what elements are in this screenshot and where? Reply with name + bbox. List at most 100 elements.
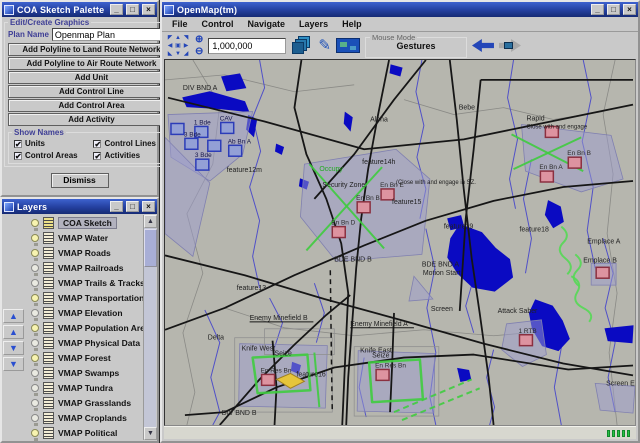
- scrollbar-thumb[interactable]: [144, 229, 157, 267]
- show-names-checkbox[interactable]: ✔Units: [14, 139, 89, 148]
- layer-palette-icon[interactable]: [43, 307, 54, 319]
- layer-visibility-bulb-icon[interactable]: [31, 234, 39, 242]
- layer-row[interactable]: VMAP Tundra: [27, 380, 142, 395]
- layer-palette-icon[interactable]: [43, 322, 54, 334]
- layer-name[interactable]: COA Sketch: [58, 217, 117, 229]
- layer-name[interactable]: VMAP Population Areas: [58, 323, 154, 333]
- map-friendly-unit[interactable]: [208, 140, 221, 151]
- pan-rosette-icon[interactable]: ◤▲◥ ◀▣▶ ◣▼◢: [166, 34, 190, 58]
- checkbox-icon[interactable]: ✔: [93, 140, 101, 148]
- layer-name[interactable]: VMAP Roads: [58, 248, 111, 258]
- map-enemy-unit[interactable]: [262, 374, 275, 385]
- layer-palette-icon[interactable]: [43, 412, 54, 424]
- layer-visibility-bulb-icon[interactable]: [31, 294, 39, 302]
- layer-visibility-bulb-icon[interactable]: [31, 264, 39, 272]
- scale-input[interactable]: [208, 38, 286, 54]
- map-enemy-unit[interactable]: [332, 227, 345, 238]
- map-friendly-unit[interactable]: [229, 145, 242, 156]
- layers-title-bar[interactable]: Layers _ □ ×: [2, 199, 157, 214]
- overview-map-icon[interactable]: [336, 38, 360, 53]
- zoom-out-icon[interactable]: ⊖: [195, 46, 203, 57]
- maximize-button[interactable]: □: [126, 201, 139, 212]
- add-graphic-button[interactable]: Add Polyline to Land Route Network: [8, 43, 175, 56]
- menu-control[interactable]: Control: [196, 19, 240, 29]
- layer-visibility-bulb-icon[interactable]: [31, 249, 39, 257]
- mouse-mode-value[interactable]: Gestures: [366, 41, 466, 51]
- add-graphic-button[interactable]: Add Control Line: [8, 85, 175, 98]
- map-friendly-unit[interactable]: [171, 123, 184, 134]
- map-friendly-unit[interactable]: [185, 138, 198, 149]
- menu-file[interactable]: File: [166, 19, 194, 29]
- layer-palette-icon[interactable]: [43, 247, 54, 259]
- layer-name[interactable]: VMAP Elevation: [58, 308, 123, 318]
- layer-visibility-bulb-icon[interactable]: [31, 339, 39, 347]
- view-back-icon[interactable]: [472, 39, 494, 52]
- map-svg[interactable]: Enemy Minefield BEnemy Minefield Afeatur…: [165, 60, 635, 425]
- layer-visibility-bulb-icon[interactable]: [31, 399, 39, 407]
- layer-visibility-bulb-icon[interactable]: [31, 384, 39, 392]
- layer-move-top-button[interactable]: ▲: [3, 309, 24, 323]
- layer-palette-icon[interactable]: [43, 427, 54, 439]
- layer-visibility-bulb-icon[interactable]: [31, 279, 39, 287]
- layer-row[interactable]: VMAP Croplands: [27, 410, 142, 425]
- map-enemy-unit[interactable]: [376, 369, 389, 380]
- minimize-button[interactable]: _: [110, 4, 123, 15]
- layer-visibility-bulb-icon[interactable]: [31, 309, 39, 317]
- map-activity-squiggle[interactable]: [571, 276, 591, 322]
- layer-row[interactable]: VMAP Grasslands: [27, 395, 142, 410]
- layers-scrollbar[interactable]: ▲ ▼: [143, 215, 156, 440]
- layers-panel-icon[interactable]: [291, 35, 313, 57]
- layer-name[interactable]: VMAP Water: [58, 233, 108, 243]
- layer-row[interactable]: VMAP Physical Data: [27, 335, 142, 350]
- map-control-area[interactable]: [595, 383, 635, 413]
- layer-name[interactable]: VMAP Railroads: [58, 263, 124, 273]
- map-friendly-unit[interactable]: [196, 159, 209, 170]
- openmap-title-bar[interactable]: OpenMap(tm) _ □ ×: [162, 2, 638, 17]
- layer-palette-icon[interactable]: [43, 337, 54, 349]
- map-activity-squiggle[interactable]: [560, 227, 571, 275]
- minimize-button[interactable]: _: [591, 4, 604, 15]
- menu-help[interactable]: Help: [336, 19, 368, 29]
- checkbox-icon[interactable]: ✔: [14, 140, 22, 148]
- layer-name[interactable]: VMAP Swamps: [58, 368, 119, 378]
- checkbox-icon[interactable]: ✔: [93, 152, 101, 160]
- add-graphic-button[interactable]: Add Control Area: [8, 99, 175, 112]
- map-canvas[interactable]: Enemy Minefield BEnemy Minefield Afeatur…: [164, 59, 636, 426]
- close-button[interactable]: ×: [623, 4, 636, 15]
- map-enemy-unit[interactable]: [568, 157, 581, 168]
- checkbox-icon[interactable]: ✔: [14, 152, 22, 160]
- layer-palette-icon[interactable]: [43, 277, 54, 289]
- layer-visibility-bulb-icon[interactable]: [31, 219, 39, 227]
- layer-row[interactable]: VMAP Water: [27, 230, 142, 245]
- layer-row[interactable]: VMAP Roads: [27, 245, 142, 260]
- layer-row[interactable]: VMAP Transportation: [27, 290, 142, 305]
- show-names-checkbox[interactable]: ✔Control Lines: [93, 139, 168, 148]
- layer-palette-icon[interactable]: [43, 292, 54, 304]
- layer-name[interactable]: VMAP Physical Data: [58, 338, 140, 348]
- drawing-tool-icon[interactable]: ✎: [318, 37, 331, 55]
- minimize-button[interactable]: _: [110, 201, 123, 212]
- map-enemy-unit[interactable]: [540, 171, 553, 182]
- layer-move-up-button[interactable]: ▲: [3, 325, 24, 339]
- layer-row[interactable]: VMAP Elevation: [27, 305, 142, 320]
- layer-visibility-bulb-icon[interactable]: [31, 354, 39, 362]
- close-button[interactable]: ×: [142, 201, 155, 212]
- layer-name[interactable]: VMAP Forest: [58, 353, 111, 363]
- layer-name[interactable]: VMAP Croplands: [58, 413, 127, 423]
- layer-row[interactable]: VMAP Trails & Tracks: [27, 275, 142, 290]
- layer-row[interactable]: VMAP Swamps: [27, 365, 142, 380]
- layer-visibility-bulb-icon[interactable]: [31, 429, 39, 437]
- map-control-area[interactable]: [409, 276, 433, 301]
- add-graphic-button[interactable]: Add Activity: [8, 113, 175, 126]
- map-enemy-unit[interactable]: [519, 335, 532, 346]
- scroll-up-icon[interactable]: ▲: [144, 215, 157, 228]
- layer-palette-icon[interactable]: [43, 352, 54, 364]
- view-forward-icon[interactable]: [499, 39, 521, 52]
- plan-name-input[interactable]: [52, 28, 175, 41]
- add-graphic-button[interactable]: Add Polyline to Air Route Network: [8, 57, 175, 70]
- show-names-checkbox[interactable]: ✔Activities: [93, 151, 168, 160]
- layer-palette-icon[interactable]: [43, 217, 54, 229]
- layer-name[interactable]: VMAP Political: [58, 428, 117, 438]
- layer-name[interactable]: VMAP Transportation: [58, 293, 144, 303]
- dismiss-button[interactable]: Dismiss: [51, 173, 109, 188]
